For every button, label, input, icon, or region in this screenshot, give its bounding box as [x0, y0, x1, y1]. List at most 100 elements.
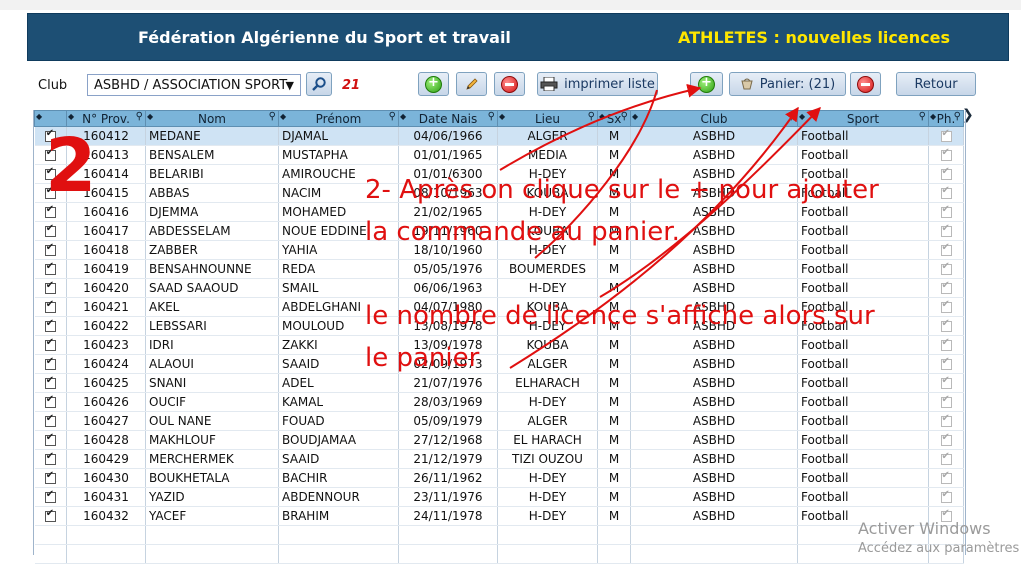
sort-icon[interactable]: ◆	[599, 112, 605, 121]
cell-photo	[928, 354, 964, 374]
filter-search-icon[interactable]: ⚲	[919, 111, 926, 122]
row-checkbox[interactable]	[44, 470, 56, 484]
row-checkbox[interactable]	[44, 413, 56, 427]
back-button[interactable]: Retour	[896, 72, 976, 96]
cell-photo	[928, 145, 964, 165]
table-row[interactable]: 160426OUCIFKAMAL28/03/1969H-DEYMASBHDFoo…	[34, 392, 964, 412]
row-checkbox[interactable]	[44, 223, 56, 237]
add-to-cart-button[interactable]	[690, 72, 723, 96]
column-header-ph[interactable]: ◆ Ph. ⚲	[928, 110, 964, 127]
empty-cell	[398, 544, 498, 564]
table-row[interactable]: 160427OUL NANEFOUAD05/09/1979ALGERMASBHD…	[34, 411, 964, 431]
add-button[interactable]	[418, 72, 449, 96]
row-checkbox[interactable]	[44, 451, 56, 465]
row-select-cell	[34, 259, 67, 279]
row-checkbox[interactable]	[44, 394, 56, 408]
table-row[interactable]: 160419BENSAHNOUNNEREDA05/05/1976BOUMERDE…	[34, 259, 964, 279]
sort-icon[interactable]: ◆	[400, 112, 406, 121]
empty-cell	[278, 525, 399, 545]
sort-icon[interactable]: ◆	[36, 112, 42, 121]
sort-icon[interactable]: ◆	[632, 112, 638, 121]
column-header-sport[interactable]: ◆ Sport ⚲	[797, 110, 929, 127]
filter-search-icon[interactable]: ⚲	[621, 111, 628, 122]
sort-icon[interactable]: ◆	[147, 112, 153, 121]
photo-checkbox	[940, 489, 952, 503]
sort-icon[interactable]: ◆	[499, 112, 505, 121]
filter-search-icon[interactable]: ⚲	[588, 111, 595, 122]
cell-id: 160424	[66, 354, 146, 374]
row-checkbox[interactable]	[44, 432, 56, 446]
table-row[interactable]: 160432YACEFBRAHIM24/11/1978H-DEYMASBHDFo…	[34, 506, 964, 526]
row-checkbox[interactable]	[44, 261, 56, 275]
column-header-club[interactable]: ◆ Club ⚲	[630, 110, 798, 127]
cart-button[interactable]: Panier: (21)	[729, 72, 846, 96]
row-checkbox[interactable]	[44, 489, 56, 503]
cell-photo	[928, 164, 964, 184]
table-row[interactable]: 160431YAZIDABDENNOUR23/11/1976H-DEYMASBH…	[34, 487, 964, 507]
column-header-date[interactable]: ◆ Date Nais ⚲	[398, 110, 498, 127]
table-row[interactable]: 160423IDRIZAKKI13/09/1978KOUBAMASBHDFoot…	[34, 335, 964, 355]
cell-prenom: KAMAL	[278, 392, 399, 412]
filter-search-icon[interactable]: ⚲	[788, 111, 795, 122]
table-row[interactable]: 160428MAKHLOUFBOUDJAMAA27/12/1968EL HARA…	[34, 430, 964, 450]
cell-sx: M	[597, 145, 631, 165]
table-header-row: ◆ ◆ N° Prov. ⚲ ◆ Nom ⚲ ◆ Prénom ⚲ ◆ Date Nais ⚲ ◆ Lieu…	[34, 110, 964, 127]
column-header-lieu[interactable]: ◆ Lieu ⚲	[497, 110, 598, 127]
cell-sport: Football	[797, 487, 929, 507]
sort-icon[interactable]: ◆	[930, 112, 936, 121]
empty-cart-button[interactable]	[850, 72, 881, 96]
cell-id: 160418	[66, 240, 146, 260]
column-header-prenom[interactable]: ◆ Prénom ⚲	[278, 110, 399, 127]
cell-sport: Football	[797, 145, 929, 165]
row-checkbox[interactable]	[44, 242, 56, 256]
delete-button[interactable]	[494, 72, 525, 96]
filter-search-icon[interactable]: ⚲	[136, 111, 143, 122]
filter-search-icon[interactable]: ⚲	[389, 111, 396, 122]
cell-nom: OUL NANE	[145, 411, 279, 431]
table-row[interactable]: 160413BENSALEMMUSTAPHA01/01/1965MEDIAMAS…	[34, 145, 964, 165]
club-select[interactable]: ASBHD / ASSOCIATION SPORT ▼	[87, 74, 301, 96]
cell-id: 160417	[66, 221, 146, 241]
filter-search-icon[interactable]: ⚲	[954, 111, 961, 122]
table-row[interactable]: 160412MEDANEDJAMAL04/06/1966ALGERMASBHDF…	[34, 126, 964, 146]
column-header-nom[interactable]: ◆ Nom ⚲	[145, 110, 279, 127]
cell-club: ASBHD	[630, 335, 798, 355]
print-list-label: imprimer liste	[564, 76, 655, 92]
row-checkbox[interactable]	[44, 356, 56, 370]
row-checkbox[interactable]	[44, 375, 56, 389]
cell-date: 05/05/1976	[398, 259, 498, 279]
row-select-cell	[34, 392, 67, 412]
page-header: Fédération Algérienne du Sport et travai…	[27, 13, 1009, 61]
cell-photo	[928, 373, 964, 393]
annotation-line-4: le panier	[365, 343, 480, 373]
row-checkbox[interactable]	[44, 337, 56, 351]
cell-sport: Football	[797, 354, 929, 374]
column-header-label: Sx	[606, 111, 622, 126]
table-row[interactable]: 160425SNANIADEL21/07/1976ELHARACHMASBHDF…	[34, 373, 964, 393]
print-list-button[interactable]: imprimer liste	[537, 72, 658, 96]
empty-cell	[497, 525, 598, 545]
sort-icon[interactable]: ◆	[68, 112, 74, 121]
sort-icon[interactable]: ◆	[280, 112, 286, 121]
row-checkbox[interactable]	[44, 508, 56, 522]
row-checkbox[interactable]	[44, 299, 56, 313]
photo-checkbox	[940, 223, 952, 237]
table-row[interactable]: 160420SAAD SAAOUDSMAIL06/06/1963H-DEYMAS…	[34, 278, 964, 298]
filter-search-icon[interactable]: ⚲	[269, 111, 276, 122]
cell-nom: MERCHERMEK	[145, 449, 279, 469]
page-title: Fédération Algérienne du Sport et travai…	[138, 28, 511, 47]
edit-button[interactable]	[456, 72, 487, 96]
row-checkbox[interactable]	[44, 318, 56, 332]
table-row[interactable]: 160424ALAOUISAAID02/09/1973ALGERMASBHDFo…	[34, 354, 964, 374]
table-row[interactable]: 160429MERCHERMEKSAAID21/12/1979TIZI OUZO…	[34, 449, 964, 469]
cell-date: 21/12/1979	[398, 449, 498, 469]
search-button[interactable]	[306, 72, 332, 96]
cell-sx: M	[597, 335, 631, 355]
sort-icon[interactable]: ◆	[799, 112, 805, 121]
cell-nom: BENSAHNOUNNE	[145, 259, 279, 279]
photo-checkbox	[940, 451, 952, 465]
row-checkbox[interactable]	[44, 280, 56, 294]
column-header-sx[interactable]: ◆ Sx ⚲	[597, 110, 631, 127]
filter-search-icon[interactable]: ⚲	[488, 111, 495, 122]
table-row[interactable]: 160430BOUKHETALABACHIR26/11/1962H-DEYMAS…	[34, 468, 964, 488]
